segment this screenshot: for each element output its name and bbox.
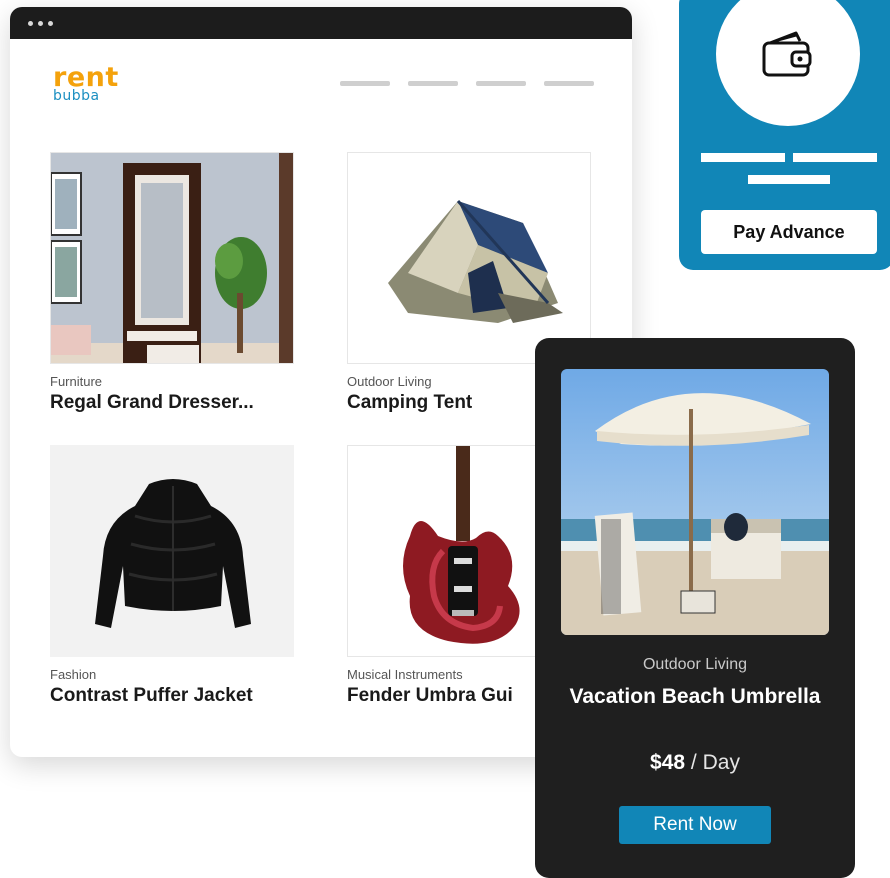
pay-advance-button[interactable]: Pay Advance <box>701 210 877 254</box>
product-image-beach-umbrella[interactable] <box>561 369 829 635</box>
nav-item-placeholder[interactable] <box>340 81 390 86</box>
product-image-jacket[interactable] <box>50 445 294 657</box>
nav-item-placeholder[interactable] <box>408 81 458 86</box>
product-category: Furniture <box>50 374 103 389</box>
placeholder-text-bar <box>793 153 877 162</box>
window-dot <box>38 20 43 26</box>
product-card[interactable]: Fashion Contrast Puffer Jacket <box>50 445 294 707</box>
window-titlebar <box>10 7 632 39</box>
product-name[interactable]: Regal Grand Dresser... <box>50 392 294 414</box>
wallet-icon <box>762 31 812 77</box>
product-image-tent[interactable] <box>347 152 591 364</box>
window-dot <box>28 20 33 26</box>
product-image-dresser[interactable] <box>50 152 294 364</box>
placeholder-text-bar <box>701 153 785 162</box>
detail-category: Outdoor Living <box>642 656 748 673</box>
product-category: Fashion <box>50 667 97 682</box>
nav-item-placeholder[interactable] <box>476 81 526 86</box>
nav-item-placeholder[interactable] <box>544 81 594 86</box>
nav-menu[interactable] <box>340 81 594 86</box>
product-name[interactable]: Contrast Puffer Jacket <box>50 685 294 707</box>
window-dot <box>48 20 53 26</box>
product-card[interactable]: Furniture Regal Grand Dresser... <box>50 152 294 414</box>
logo-rent-text: rent <box>53 62 119 93</box>
rent-now-button[interactable]: Rent Now <box>619 806 771 844</box>
pay-advance-panel: Pay Advance <box>679 0 890 270</box>
rentbubba-logo[interactable]: rent bubba <box>53 64 119 103</box>
wallet-icon-circle <box>716 0 860 126</box>
price-amount: $48 <box>650 751 686 774</box>
placeholder-text-bar <box>748 175 830 184</box>
detail-price: $48 / Day <box>535 751 855 775</box>
price-unit: / Day <box>685 751 740 774</box>
detail-product-name: Vacation Beach Umbrella <box>569 685 821 708</box>
product-detail-card: Outdoor Living Vacation Beach Umbrella $… <box>535 338 855 878</box>
